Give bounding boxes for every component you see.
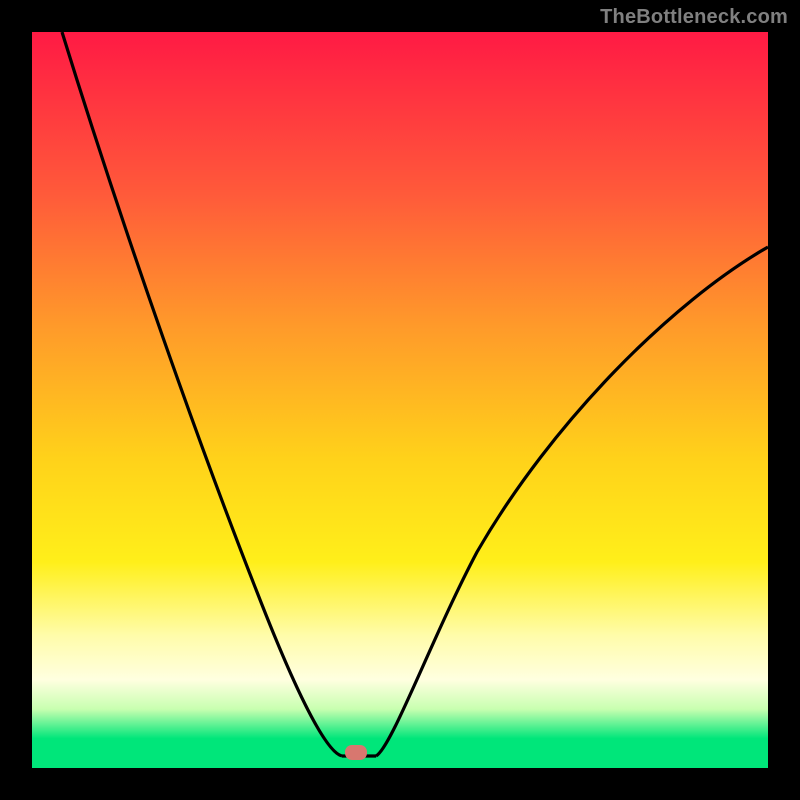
chart-frame: TheBottleneck.com bbox=[0, 0, 800, 800]
bottleneck-curve bbox=[32, 32, 768, 768]
optimal-marker bbox=[345, 745, 367, 760]
curve-right bbox=[376, 247, 768, 756]
curve-left bbox=[62, 32, 342, 756]
plot-area bbox=[32, 32, 768, 768]
watermark-text: TheBottleneck.com bbox=[600, 6, 788, 29]
